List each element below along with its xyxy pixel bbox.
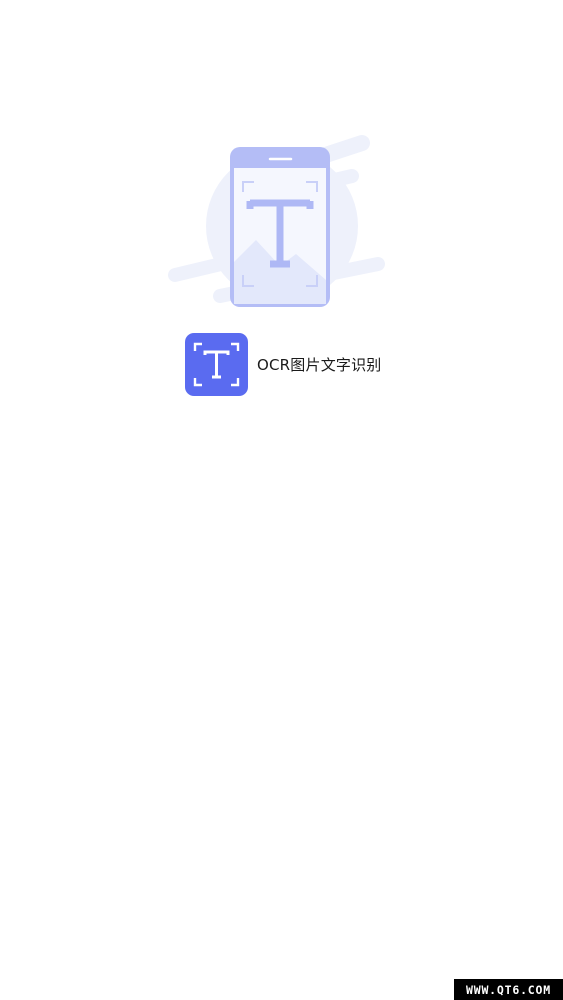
app-name: OCR图片文字识别: [257, 356, 382, 374]
watermark-text: WWW.QT6.COM: [466, 982, 551, 997]
phone-scan-text-illustration-icon: [168, 135, 385, 307]
text-recognition-icon: [185, 333, 248, 396]
app-brand: OCR图片文字识别: [185, 333, 382, 396]
site-watermark: WWW.QT6.COM: [454, 979, 563, 1000]
splash-screen: OCR图片文字识别 WWW.QT6.COM: [0, 0, 563, 1000]
